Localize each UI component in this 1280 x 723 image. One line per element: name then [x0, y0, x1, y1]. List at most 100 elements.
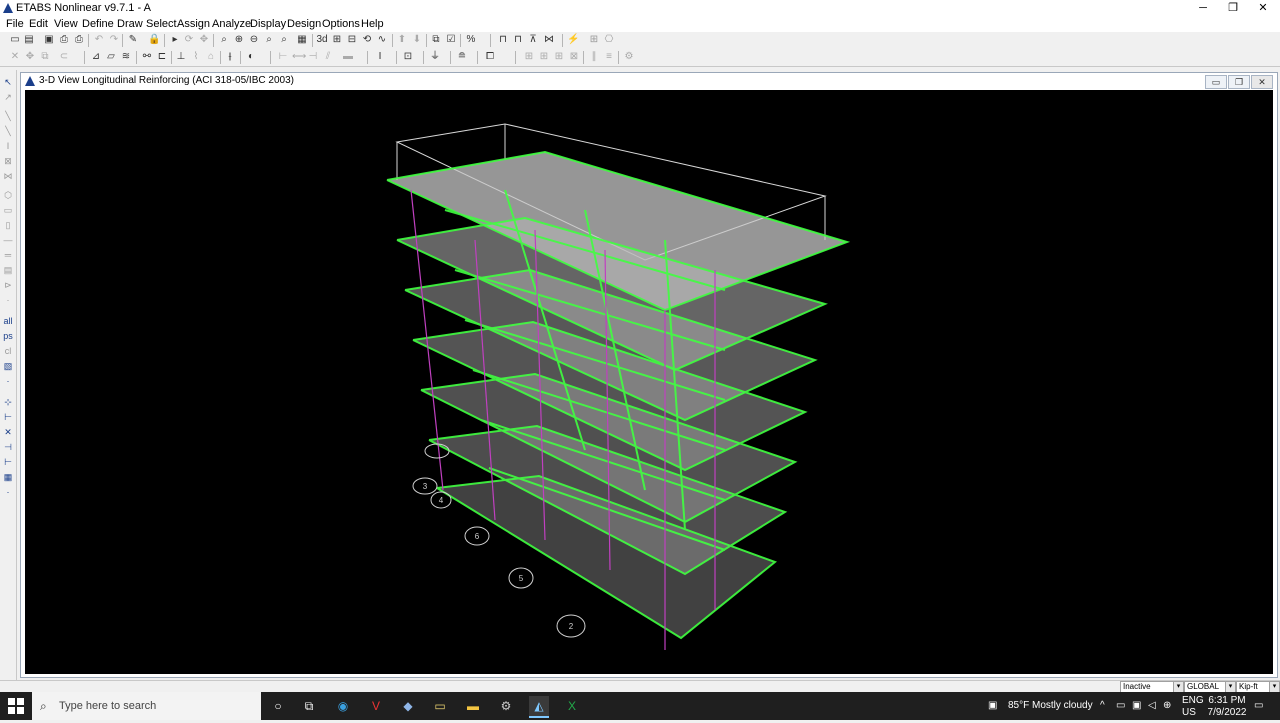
menu-help[interactable]: Help — [361, 18, 384, 30]
reshape-icon[interactable]: ↗ — [2, 91, 14, 103]
draw-brace-icon[interactable]: ⊠ — [2, 155, 14, 167]
diaphragm-icon[interactable]: ⌂ — [205, 51, 217, 63]
draw-floor-icon[interactable]: ▤ — [2, 264, 14, 276]
redo-icon[interactable]: ↷ — [108, 34, 120, 46]
notes-icon[interactable]: ▭ — [430, 696, 450, 716]
show-forces-icon[interactable]: ⏚ — [429, 51, 441, 63]
truss-icon[interactable]: ⊼ — [527, 34, 539, 46]
design-steel-icon[interactable]: ⊞ — [538, 51, 550, 63]
object-shrink-icon[interactable]: ⧉ — [430, 34, 442, 46]
edit-pencil-icon[interactable]: ✎ — [127, 34, 139, 46]
draw-slab-icon[interactable]: ≋ — [120, 51, 132, 63]
menu-assign[interactable]: Assign — [177, 18, 210, 30]
show-deformed-icon[interactable]: ⊡ — [402, 51, 414, 63]
weather-icon[interactable]: ▣ — [988, 692, 997, 720]
draw-rect-area-icon[interactable]: ▭ — [2, 204, 14, 216]
zoom-in-icon[interactable]: ⊕ — [233, 34, 245, 46]
select-all-icon[interactable]: all — [2, 315, 14, 327]
snap-points-icon[interactable]: ⊹ — [2, 396, 14, 408]
building-model-3d[interactable]: 6 5 4 3 2 — [25, 90, 1273, 674]
undo-icon[interactable]: ↶ — [93, 34, 105, 46]
app-document-icon[interactable]: ◆ — [398, 696, 418, 716]
menu-design[interactable]: Design — [287, 18, 321, 30]
draw-ramp-icon[interactable]: ⊳ — [2, 279, 14, 291]
perspective-icon[interactable]: ∿ — [376, 34, 388, 46]
close-button[interactable]: ✕ — [1248, 0, 1278, 16]
draw-opening-icon[interactable]: — — [2, 234, 14, 246]
delete-icon[interactable]: ✕ — [9, 51, 21, 63]
select-intersect-icon[interactable]: ▧ — [2, 360, 14, 372]
open-icon[interactable]: ▤ — [23, 34, 35, 46]
text-cursor-icon[interactable]: I — [374, 51, 386, 63]
insertion-icon[interactable]: ⊣ — [307, 51, 319, 63]
brace-icon[interactable]: ⋈ — [543, 34, 555, 46]
menu-file[interactable]: File — [6, 18, 24, 30]
zoom-window-icon[interactable]: ⌕ — [218, 34, 230, 46]
select-clear-icon[interactable]: cl — [2, 345, 14, 357]
move-up-icon[interactable]: ⬆ — [396, 34, 408, 46]
etabs-taskbar-icon[interactable]: ◭ — [529, 696, 549, 718]
cortana-icon[interactable]: ○ — [268, 696, 288, 716]
misc-icon[interactable]: ⎔ — [603, 34, 615, 46]
weather-text[interactable]: 85°F Mostly cloudy — [1008, 692, 1093, 720]
draw-walls-icon[interactable]: ═ — [2, 249, 14, 261]
replicate-icon[interactable]: ⧉ — [39, 51, 51, 63]
menu-display[interactable]: Display — [250, 18, 286, 30]
draw-line-icon[interactable]: ╲ — [2, 110, 14, 122]
input-language[interactable]: ENG US — [1182, 695, 1204, 723]
zoom-restore-icon[interactable]: ▦ — [296, 34, 308, 46]
volume-icon[interactable]: ◁ — [1148, 692, 1156, 720]
taskbar-search-box[interactable]: ⌕ Type here to search — [32, 692, 261, 720]
app-v-icon[interactable]: V — [366, 696, 386, 716]
joint-load-icon[interactable]: ▬ — [342, 51, 354, 63]
app-tool-icon[interactable]: ⚙ — [496, 696, 516, 716]
plan-view-icon[interactable]: ⊞ — [331, 34, 343, 46]
menu-select[interactable]: Select — [146, 18, 177, 30]
snap-ends-icon[interactable]: ⊢ — [2, 411, 14, 423]
select-previous-icon[interactable]: ps — [2, 330, 14, 342]
tray-app-icon[interactable]: ▭ — [1116, 692, 1125, 720]
windows-start-icon[interactable] — [8, 698, 24, 714]
offset-icon[interactable]: ⟷ — [292, 51, 306, 63]
print-setup-icon[interactable]: ⎙ — [73, 34, 85, 46]
pan-icon[interactable]: ✥ — [198, 34, 210, 46]
save-icon[interactable]: ▣ — [43, 34, 55, 46]
view-maximize-button[interactable]: ❐ — [1228, 75, 1250, 89]
new-icon[interactable]: ▭ — [9, 34, 21, 46]
frame-release-icon[interactable]: ⊢ — [277, 51, 289, 63]
section-cut-icon[interactable]: ⚯ — [141, 51, 153, 63]
pier-icon[interactable]: ⫲ — [224, 51, 236, 63]
menu-options[interactable]: Options — [322, 18, 360, 30]
draw-poly-area-icon[interactable]: ⬡ — [2, 189, 14, 201]
network-icon[interactable]: ⊕ — [1163, 692, 1171, 720]
frame-icon[interactable]: ⊓ — [497, 34, 509, 46]
wall-icon[interactable]: ⊏ — [156, 51, 168, 63]
draw-wall-icon[interactable]: ▯ — [2, 219, 14, 231]
file-explorer-icon[interactable]: ▬ — [463, 696, 483, 716]
snap-intersect-icon[interactable]: ✕ — [2, 426, 14, 438]
pointer-icon[interactable]: ↖ — [2, 76, 14, 88]
spring-icon[interactable]: ⌇ — [190, 51, 202, 63]
minimize-button[interactable]: ─ — [1188, 0, 1218, 16]
design-composite-icon[interactable]: ⊠ — [568, 51, 580, 63]
design-joist-icon[interactable]: ≡ — [603, 51, 615, 63]
restraint-icon[interactable]: ⊥ — [175, 51, 187, 63]
elevation-view-icon[interactable]: ⊟ — [346, 34, 358, 46]
rotate-icon[interactable]: ⟲ — [361, 34, 373, 46]
edge-browser-icon[interactable]: ◉ — [333, 696, 353, 716]
lock-icon[interactable]: 🔒 — [148, 34, 160, 46]
snap-fine-grid-icon[interactable]: ▦ — [2, 471, 14, 483]
notifications-icon[interactable]: ▭ — [1254, 692, 1263, 720]
task-view-icon[interactable]: ⧉ — [299, 696, 319, 716]
lightning-icon[interactable]: ⚡ — [567, 34, 579, 46]
label-icon[interactable]: ◐ — [245, 51, 257, 63]
menu-view[interactable]: View — [54, 18, 78, 30]
draw-beam-icon[interactable]: ╲ — [2, 125, 14, 137]
design-frame-icon[interactable]: ⊞ — [523, 51, 535, 63]
display-options-icon[interactable]: % — [465, 34, 477, 46]
print-icon[interactable]: ⎙ — [58, 34, 70, 46]
move-icon[interactable]: ✥ — [24, 51, 36, 63]
draw-area-icon[interactable]: ▱ — [105, 51, 117, 63]
merge-icon[interactable]: ⊂ — [58, 51, 70, 63]
set-display-icon[interactable]: ☑ — [445, 34, 457, 46]
